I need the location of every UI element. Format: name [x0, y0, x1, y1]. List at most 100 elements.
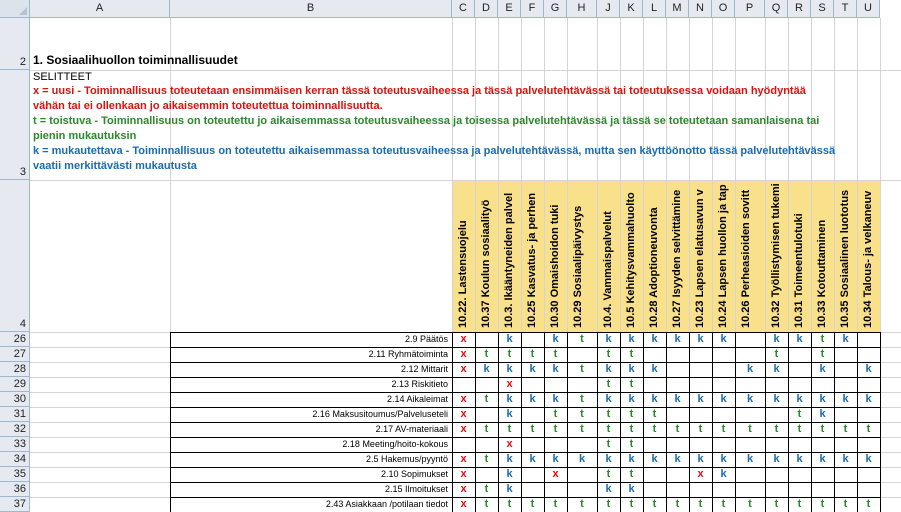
column-header-f[interactable]: F [521, 0, 544, 18]
table-col-line [834, 332, 835, 512]
service-header: 10.35 Sosiaalinen luototus [834, 180, 857, 332]
row-header-29[interactable]: 29 [0, 377, 30, 392]
row-header-28[interactable]: 28 [0, 362, 30, 377]
table-col-line [475, 332, 476, 512]
column-header-e[interactable]: E [498, 0, 521, 18]
table-row-line [170, 377, 880, 378]
row-header-4[interactable]: 4 [0, 180, 30, 332]
service-header-label: 10.26 Perheasioiden sovitt [740, 189, 752, 328]
row-header-31[interactable]: 31 [0, 407, 30, 422]
column-header-o[interactable]: O [712, 0, 735, 18]
table-col-line [597, 332, 598, 512]
service-header: 10.3. Ikääntyneiden palvel [498, 180, 521, 332]
legend-t-line1: t = toistuva - Toiminnallisuus on toteut… [33, 115, 820, 127]
column-header-d[interactable]: D [475, 0, 498, 18]
legend-k-line2: vaatii merkittävästi mukautusta [33, 160, 197, 172]
table-row-line [170, 392, 880, 393]
service-header-label: 10.31 Toimeentulotuki [793, 213, 805, 328]
table-col-line [689, 332, 690, 512]
service-header-label: 10.25 Kasvatus- ja perhen [526, 192, 538, 328]
service-header: 10.28 Adoptioneuvonta [643, 180, 666, 332]
service-header-label: 10.33 Kotouttaminen [816, 219, 828, 328]
service-header: 10.30 Omaishoidon tuki [544, 180, 567, 332]
grid-line [30, 70, 901, 71]
row-header-33[interactable]: 33 [0, 437, 30, 452]
table-col-line [620, 332, 621, 512]
service-header-label: 10.37 Koulun sosiaalityö [480, 199, 492, 328]
row-header-2[interactable]: 2 [0, 18, 30, 70]
column-header-n[interactable]: N [689, 0, 712, 18]
table-col-line [765, 332, 766, 512]
legend-x-line1: x = uusi - Toiminnallisuus toteutetaan e… [33, 85, 806, 97]
row-header-37[interactable]: 37 [0, 497, 30, 512]
service-header: 10.26 Perheasioiden sovitt [735, 180, 765, 332]
service-header: 10.32 Työllistymisen tukemi [765, 180, 788, 332]
service-header: 10.37 Koulun sosiaalityö [475, 180, 498, 332]
table-row-line [170, 407, 880, 408]
column-header-j[interactable]: J [597, 0, 620, 18]
table-row-line [170, 362, 880, 363]
service-header-label: 10.30 Omaishoidon tuki [549, 204, 561, 328]
service-header-label: 10.22. Lastensuojelu [457, 220, 469, 328]
row-header-36[interactable]: 36 [0, 482, 30, 497]
column-header-s[interactable]: S [811, 0, 834, 18]
table-col-line [666, 332, 667, 512]
table-col-line [544, 332, 545, 512]
service-header-label: 10.5 Kehitysvammahuolto [625, 192, 637, 328]
column-header-a[interactable]: A [30, 0, 170, 18]
service-header-label: 10.3. Ikääntyneiden palvel [503, 192, 515, 328]
column-header-l[interactable]: L [643, 0, 666, 18]
column-header-r[interactable]: R [788, 0, 811, 18]
column-header-c[interactable]: C [452, 0, 475, 18]
row-header-3[interactable]: 3 [0, 70, 30, 180]
column-header-t[interactable]: T [834, 0, 857, 18]
service-header: 10.23 Lapsen elatusavun v [689, 180, 712, 332]
legend-heading: SELITTEET [33, 71, 92, 83]
service-header-label: 10.29 Sosiaalipäivystys [572, 205, 584, 328]
select-all-corner[interactable] [0, 0, 30, 18]
service-header-label: 10.27 Isyyden selvittämine [671, 189, 683, 328]
row-header-35[interactable]: 35 [0, 467, 30, 482]
column-header-u[interactable]: U [857, 0, 880, 18]
service-header-label: 10.35 Sosiaalinen luototus [839, 189, 851, 328]
legend-k-line1: k = mukautettava - Toiminnallisuus on to… [33, 145, 836, 157]
legend-t-line2: pienin mukautuksin [33, 130, 137, 142]
row-header-26[interactable]: 26 [0, 332, 30, 347]
service-header: 10.5 Kehitysvammahuolto [620, 180, 643, 332]
service-header: 10.4. Vammaispalvelut [597, 180, 620, 332]
table-row-line [170, 452, 880, 453]
table-row-line [170, 437, 880, 438]
table-col-line [567, 332, 568, 512]
table-col-line [521, 332, 522, 512]
row-header-27[interactable]: 27 [0, 347, 30, 362]
service-header: 10.34 Talous- ja velkaneuv [857, 180, 880, 332]
column-header-k[interactable]: K [620, 0, 643, 18]
spreadsheet: A B C D E F G H J K L M N O P Q R S T U 2 3 4 26 27 28 29 30 31 32 33 3… [0, 0, 901, 512]
table-col-line [788, 332, 789, 512]
table-col-line [857, 332, 858, 512]
service-header-label: 10.34 Talous- ja velkaneuv [862, 190, 874, 328]
table-row-line [170, 422, 880, 423]
row-header-32[interactable]: 32 [0, 422, 30, 437]
column-header-m[interactable]: M [666, 0, 689, 18]
service-header-label: 10.23 Lapsen elatusavun v [694, 189, 706, 328]
table-col-line [643, 332, 644, 512]
row-header-30[interactable]: 30 [0, 392, 30, 407]
table-row-line [170, 467, 880, 468]
service-header: 10.29 Sosiaalipäivystys [567, 180, 597, 332]
table-col-line [498, 332, 499, 512]
table-row-line [170, 482, 880, 483]
table-col-line [735, 332, 736, 512]
table-col-line [712, 332, 713, 512]
service-header-label: 10.28 Adoptioneuvonta [648, 207, 660, 328]
table-col-line [811, 332, 812, 512]
column-header-h[interactable]: H [567, 0, 597, 18]
row-header-34[interactable]: 34 [0, 452, 30, 467]
column-header-g[interactable]: G [544, 0, 567, 18]
column-header-b[interactable]: B [170, 0, 452, 18]
service-header-label: 10.24 Lapsen huollon ja tap [717, 184, 729, 328]
column-header-q[interactable]: Q [765, 0, 788, 18]
table-col-line [452, 332, 453, 512]
column-header-p[interactable]: P [735, 0, 765, 18]
section-title: 1. Sosiaalihuollon toiminnallisuudet [33, 53, 238, 67]
